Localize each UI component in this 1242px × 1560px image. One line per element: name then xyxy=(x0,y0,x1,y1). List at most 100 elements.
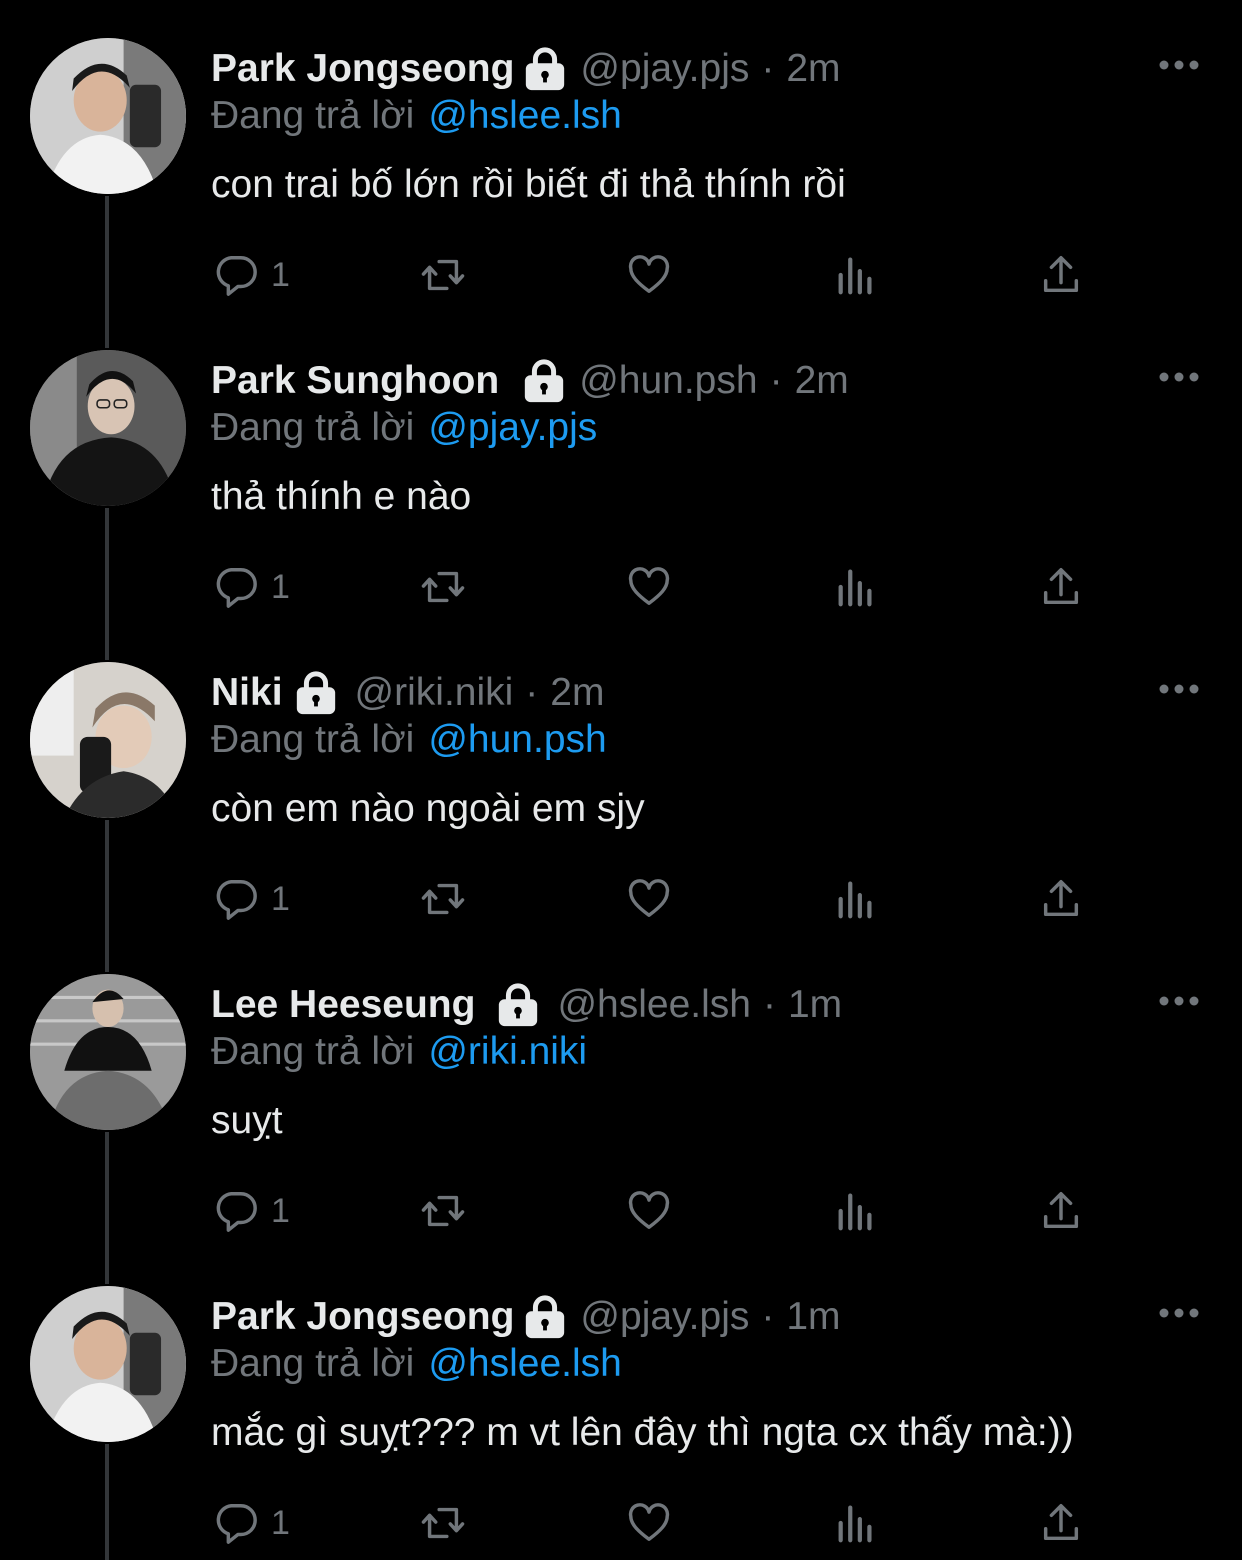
retweet-button[interactable] xyxy=(420,1498,466,1548)
user-handle[interactable]: @pjay.pjs xyxy=(580,47,749,91)
tweet[interactable]: Park Sunghoon @hun.psh · 2m Đang trả lời… xyxy=(0,312,1242,624)
lock-icon xyxy=(522,1294,568,1340)
retweet-button[interactable] xyxy=(420,874,466,924)
replying-to-label: Đang trả lời xyxy=(211,1030,415,1073)
more-icon[interactable] xyxy=(1158,994,1200,1008)
lock-icon xyxy=(495,982,541,1028)
retweet-button[interactable] xyxy=(420,250,466,300)
avatar[interactable] xyxy=(30,38,186,194)
share-button[interactable] xyxy=(1038,1498,1084,1548)
replying-to-label: Đang trả lời xyxy=(211,718,415,761)
like-button[interactable] xyxy=(626,250,672,300)
tweet[interactable]: Park Jongseong @pjay.pjs · 1m Đang trả l… xyxy=(0,1248,1242,1560)
views-icon xyxy=(833,876,879,922)
reply-icon xyxy=(213,1500,259,1546)
reply-count: 1 xyxy=(271,567,290,606)
reply-count: 1 xyxy=(271,1503,290,1542)
separator-dot: · xyxy=(761,47,775,90)
replying-to-label: Đang trả lời xyxy=(211,94,415,137)
user-handle[interactable]: @hun.psh xyxy=(579,359,757,403)
separator-dot: · xyxy=(769,359,783,402)
replying-to-handle[interactable]: @hslee.lsh xyxy=(428,94,622,137)
replying-to: Đang trả lời @pjay.pjs xyxy=(211,406,597,450)
reply-count: 1 xyxy=(271,255,290,294)
replying-to-handle[interactable]: @hun.psh xyxy=(428,718,606,761)
avatar[interactable] xyxy=(30,974,186,1130)
reply-icon xyxy=(213,564,259,610)
like-button[interactable] xyxy=(626,874,672,924)
views-icon xyxy=(833,252,879,298)
tweet[interactable]: Park Jongseong @pjay.pjs · 2m Đang trả l… xyxy=(0,0,1242,312)
tweet-header: Park Jongseong @pjay.pjs · 2m xyxy=(211,44,841,94)
retweet-button[interactable] xyxy=(420,562,466,612)
tweet-text: con trai bố lớn rồi biết đi thả thính rồ… xyxy=(211,163,846,206)
replying-to-handle[interactable]: @riki.niki xyxy=(428,1030,587,1073)
tweet[interactable]: Lee Heeseung @hslee.lsh · 1m Đang trả lờ… xyxy=(0,936,1242,1248)
like-icon xyxy=(626,1500,672,1546)
timestamp[interactable]: 1m xyxy=(786,1295,840,1339)
views-button[interactable] xyxy=(833,874,879,924)
reply-button[interactable]: 1 xyxy=(213,874,290,924)
tweet-actions: 1 xyxy=(0,1498,1242,1548)
separator-dot: · xyxy=(762,983,776,1026)
reply-button[interactable]: 1 xyxy=(213,250,290,300)
retweet-button[interactable] xyxy=(420,1186,466,1236)
share-icon xyxy=(1038,564,1084,610)
more-icon[interactable] xyxy=(1158,1306,1200,1320)
retweet-icon xyxy=(420,564,466,610)
more-icon[interactable] xyxy=(1158,370,1200,384)
avatar[interactable] xyxy=(30,662,186,818)
share-button[interactable] xyxy=(1038,562,1084,612)
views-button[interactable] xyxy=(833,1498,879,1548)
views-button[interactable] xyxy=(833,250,879,300)
display-name[interactable]: Park Jongseong xyxy=(211,47,514,91)
timestamp[interactable]: 2m xyxy=(550,671,604,715)
tweet-actions: 1 xyxy=(0,874,1242,924)
timestamp[interactable]: 1m xyxy=(788,983,842,1027)
lock-icon xyxy=(521,358,567,404)
tweet-actions: 1 xyxy=(0,562,1242,612)
reply-icon xyxy=(213,876,259,922)
display-name[interactable]: Park Sunghoon xyxy=(211,359,499,403)
more-icon[interactable] xyxy=(1158,682,1200,696)
replying-to-handle[interactable]: @hslee.lsh xyxy=(428,1342,622,1385)
like-button[interactable] xyxy=(626,1498,672,1548)
like-button[interactable] xyxy=(626,1186,672,1236)
display-name[interactable]: Lee Heeseung xyxy=(211,983,475,1027)
timestamp[interactable]: 2m xyxy=(786,47,840,91)
reply-icon xyxy=(213,1188,259,1234)
tweet-text: còn em nào ngoài em sjy xyxy=(211,787,645,830)
share-button[interactable] xyxy=(1038,1186,1084,1236)
reply-button[interactable]: 1 xyxy=(213,562,290,612)
views-icon xyxy=(833,564,879,610)
tweet-header: Park Sunghoon @hun.psh · 2m xyxy=(211,356,849,406)
views-button[interactable] xyxy=(833,562,879,612)
user-handle[interactable]: @pjay.pjs xyxy=(580,1295,749,1339)
avatar[interactable] xyxy=(30,1286,186,1442)
more-icon[interactable] xyxy=(1158,58,1200,72)
display-name[interactable]: Niki xyxy=(211,671,283,715)
reply-button[interactable]: 1 xyxy=(213,1498,290,1548)
timestamp[interactable]: 2m xyxy=(795,359,849,403)
user-handle[interactable]: @riki.niki xyxy=(355,671,514,715)
reply-button[interactable]: 1 xyxy=(213,1186,290,1236)
views-icon xyxy=(833,1500,879,1546)
tweet-text: thả thính e nào xyxy=(211,475,472,518)
avatar[interactable] xyxy=(30,350,186,506)
like-icon xyxy=(626,252,672,298)
display-name[interactable]: Park Jongseong xyxy=(211,1295,514,1339)
share-icon xyxy=(1038,252,1084,298)
replying-to-handle[interactable]: @pjay.pjs xyxy=(428,406,597,449)
like-button[interactable] xyxy=(626,562,672,612)
replying-to-label: Đang trả lời xyxy=(211,1342,415,1385)
share-button[interactable] xyxy=(1038,250,1084,300)
tweet[interactable]: Niki @riki.niki · 2m Đang trả lời @hun.ps… xyxy=(0,624,1242,936)
tweet-actions: 1 xyxy=(0,1186,1242,1236)
share-button[interactable] xyxy=(1038,874,1084,924)
share-icon xyxy=(1038,1188,1084,1234)
replying-to: Đang trả lời @hslee.lsh xyxy=(211,94,622,138)
user-handle[interactable]: @hslee.lsh xyxy=(557,983,751,1027)
tweet-header: Lee Heeseung @hslee.lsh · 1m xyxy=(211,980,842,1030)
retweet-icon xyxy=(420,1188,466,1234)
views-button[interactable] xyxy=(833,1186,879,1236)
